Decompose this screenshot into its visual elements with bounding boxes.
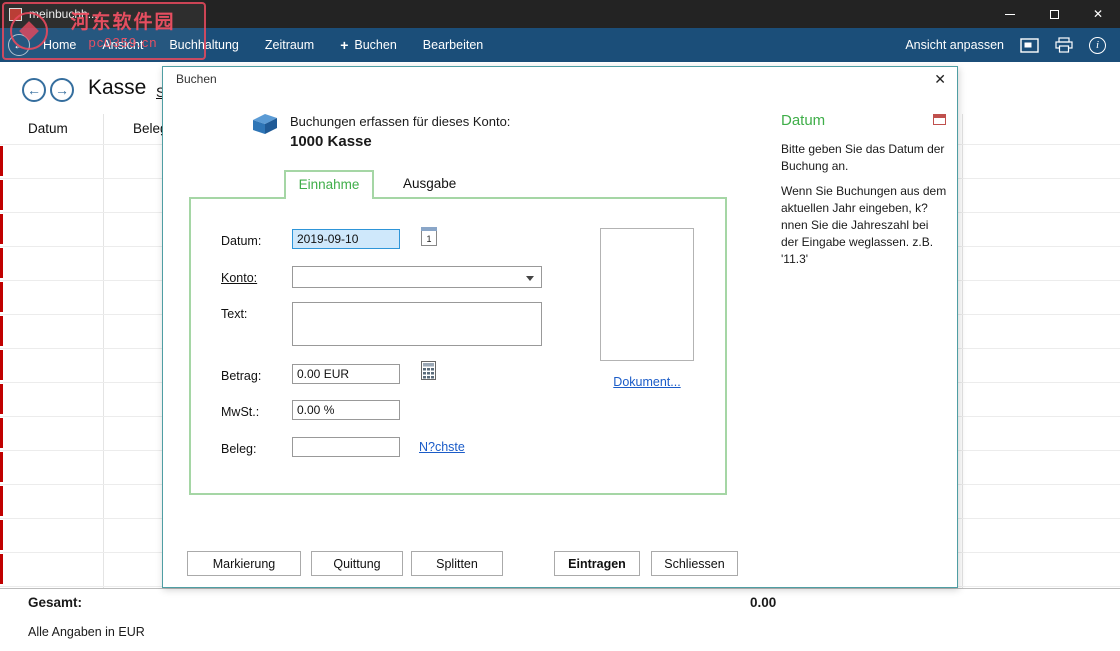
calendar-icon[interactable]: 1: [421, 227, 437, 246]
menu-zeitraum[interactable]: Zeitraum: [252, 28, 327, 62]
close-button[interactable]: ✕: [1076, 0, 1120, 28]
maximize-button[interactable]: [1032, 0, 1076, 28]
watermark-cn-text: 河东软件园: [48, 11, 198, 35]
datum-input[interactable]: [292, 229, 400, 249]
account-name: 1000 Kasse: [290, 133, 372, 150]
menu-buchen[interactable]: + Buchen: [327, 28, 410, 62]
markierung-button[interactable]: Markierung: [187, 551, 301, 576]
info-icon[interactable]: i: [1089, 37, 1106, 54]
schliessen-button[interactable]: Schliessen: [651, 551, 738, 576]
watermark-logo-icon: [10, 12, 48, 50]
dialog-close-button[interactable]: ✕: [934, 71, 946, 88]
dialog-title: Buchen: [176, 72, 217, 86]
minimize-button[interactable]: [988, 0, 1032, 28]
buchen-dialog: Buchen ✕ Buchungen erfassen für dieses K…: [162, 66, 958, 588]
menu-buchen-label: Buchen: [354, 28, 396, 62]
betrag-input[interactable]: [292, 364, 400, 384]
quittung-button[interactable]: Quittung: [311, 551, 403, 576]
splitten-button[interactable]: Splitten: [411, 551, 503, 576]
help-panel-title: Datum: [781, 112, 825, 129]
back-nav-button[interactable]: ←: [22, 78, 46, 102]
mwst-input[interactable]: [292, 400, 400, 420]
help-text-2: Wenn Sie Buchungen aus dem aktuellen Jah…: [781, 183, 949, 268]
eintragen-button[interactable]: Eintragen: [554, 551, 640, 576]
menu-bearbeiten[interactable]: Bearbeiten: [410, 28, 496, 62]
tab-ausgabe[interactable]: Ausgabe: [403, 176, 456, 191]
help-text-1: Bitte geben Sie das Datum der Buchung an…: [781, 141, 949, 175]
ansicht-anpassen-button[interactable]: Ansicht anpassen: [905, 38, 1004, 52]
column-header-datum: Datum: [28, 121, 68, 136]
minimize-icon: [1005, 14, 1015, 15]
watermark-url-text: pc0359.cn: [48, 35, 198, 51]
dialog-intro-text: Buchungen erfassen für dieses Konto:: [290, 114, 510, 129]
help-panel-icon: [933, 114, 946, 125]
ribbon-right-group: Ansicht anpassen i: [905, 37, 1106, 54]
plus-icon: +: [340, 28, 348, 62]
currency-note: Alle Angaben in EUR: [28, 625, 145, 639]
watermark-text: 河东软件园 pc0359.cn: [48, 11, 198, 51]
print-icon[interactable]: [1055, 37, 1073, 53]
text-input[interactable]: [292, 302, 542, 346]
window-controls: ✕: [988, 0, 1120, 28]
tab-einnahme[interactable]: Einnahme: [284, 170, 374, 199]
watermark: 河东软件园 pc0359.cn: [2, 2, 206, 60]
maximize-icon: [1050, 10, 1059, 19]
beleg-input[interactable]: [292, 437, 400, 457]
ledger-book-icon: [249, 109, 281, 142]
fit-window-icon[interactable]: [1020, 38, 1039, 53]
konto-select[interactable]: [292, 266, 542, 288]
gesamt-label: Gesamt:: [28, 595, 82, 610]
calculator-icon[interactable]: [421, 361, 436, 385]
gesamt-value: 0.00: [750, 595, 776, 610]
page-title: Kasse: [88, 76, 146, 100]
naechste-link[interactable]: N?chste: [419, 440, 465, 454]
footer-divider: [0, 588, 1120, 589]
forward-nav-button[interactable]: →: [50, 78, 74, 102]
